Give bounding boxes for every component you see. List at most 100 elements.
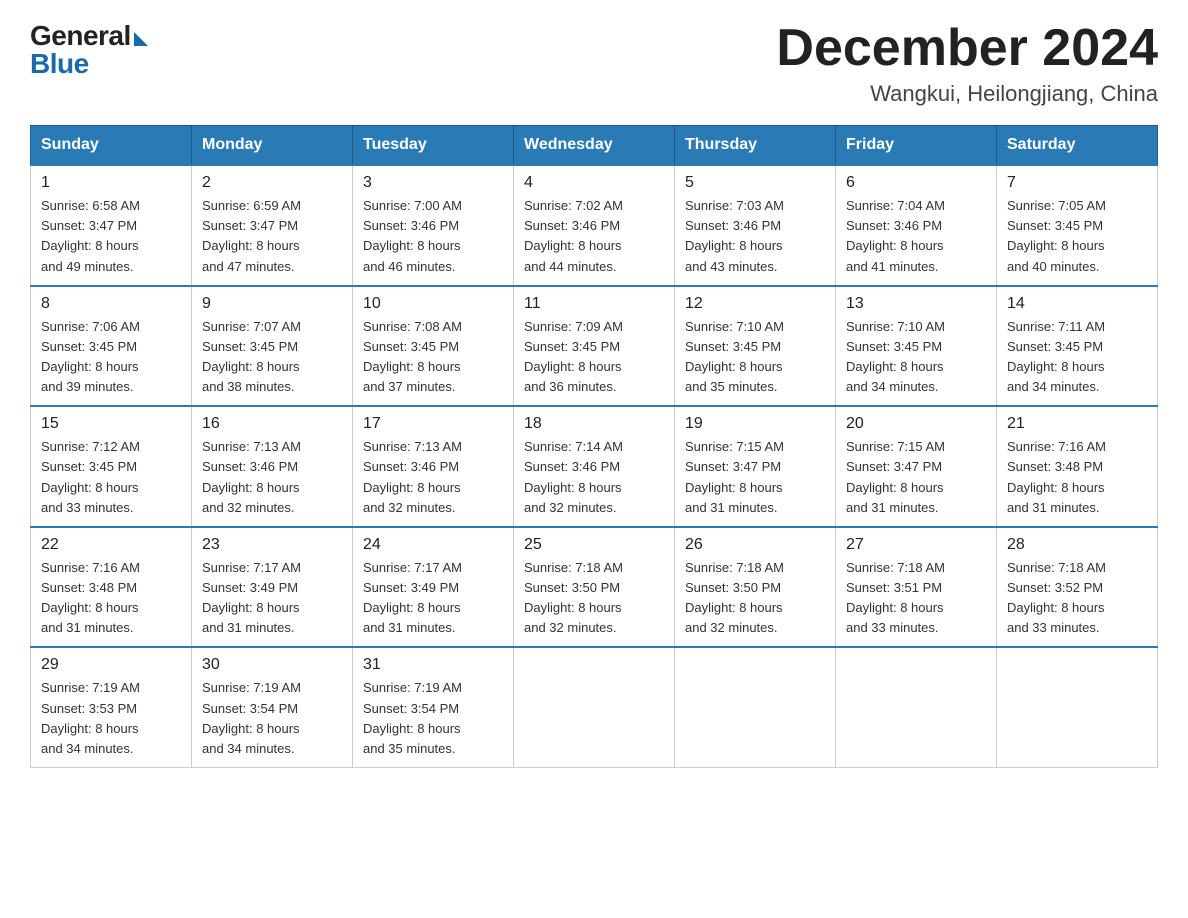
calendar-day-cell: 9 Sunrise: 7:07 AMSunset: 3:45 PMDaylight…	[192, 286, 353, 407]
day-detail: Sunrise: 7:18 AMSunset: 3:51 PMDaylight:…	[846, 558, 986, 639]
day-number: 26	[685, 536, 825, 554]
day-detail: Sunrise: 7:17 AMSunset: 3:49 PMDaylight:…	[363, 558, 503, 639]
day-number: 3	[363, 174, 503, 192]
calendar-day-cell: 13 Sunrise: 7:10 AMSunset: 3:45 PMDayligh…	[836, 286, 997, 407]
day-number: 23	[202, 536, 342, 554]
calendar-day-cell: 15 Sunrise: 7:12 AMSunset: 3:45 PMDayligh…	[31, 406, 192, 527]
day-number: 25	[524, 536, 664, 554]
calendar-day-cell: 20Sunrise: 7:15 AMSunset: 3:47 PMDayligh…	[836, 406, 997, 527]
day-number: 7	[1007, 174, 1147, 192]
logo-triangle-icon	[134, 32, 148, 46]
calendar-day-cell: 27 Sunrise: 7:18 AMSunset: 3:51 PMDayligh…	[836, 527, 997, 648]
calendar-day-cell	[514, 647, 675, 767]
calendar-day-cell: 30 Sunrise: 7:19 AMSunset: 3:54 PMDayligh…	[192, 647, 353, 767]
calendar-location: Wangkui, Heilongjiang, China	[776, 81, 1158, 107]
calendar-day-cell: 14 Sunrise: 7:11 AMSunset: 3:45 PMDayligh…	[997, 286, 1158, 407]
calendar-week-row: 22Sunrise: 7:16 AMSunset: 3:48 PMDayligh…	[31, 527, 1158, 648]
day-number: 16	[202, 415, 342, 433]
calendar-day-cell: 4 Sunrise: 7:02 AMSunset: 3:46 PMDaylight…	[514, 165, 675, 286]
calendar-day-cell: 26 Sunrise: 7:18 AMSunset: 3:50 PMDayligh…	[675, 527, 836, 648]
calendar-day-cell	[836, 647, 997, 767]
day-number: 4	[524, 174, 664, 192]
day-detail: Sunrise: 7:11 AMSunset: 3:45 PMDaylight:…	[1007, 317, 1147, 398]
day-detail: Sunrise: 7:06 AMSunset: 3:45 PMDaylight:…	[41, 317, 181, 398]
calendar-week-row: 8 Sunrise: 7:06 AMSunset: 3:45 PMDaylight…	[31, 286, 1158, 407]
day-number: 1	[41, 174, 181, 192]
calendar-day-cell: 11 Sunrise: 7:09 AMSunset: 3:45 PMDayligh…	[514, 286, 675, 407]
calendar-day-cell	[675, 647, 836, 767]
day-number: 8	[41, 295, 181, 313]
calendar-day-cell: 25 Sunrise: 7:18 AMSunset: 3:50 PMDayligh…	[514, 527, 675, 648]
calendar-day-cell: 16Sunrise: 7:13 AMSunset: 3:46 PMDayligh…	[192, 406, 353, 527]
day-number: 29	[41, 656, 181, 674]
calendar-day-cell: 8 Sunrise: 7:06 AMSunset: 3:45 PMDaylight…	[31, 286, 192, 407]
day-detail: Sunrise: 7:15 AMSunset: 3:47 PMDaylight:…	[846, 437, 986, 518]
day-detail: Sunrise: 7:15 AMSunset: 3:47 PMDaylight:…	[685, 437, 825, 518]
day-number: 21	[1007, 415, 1147, 433]
logo-blue-text: Blue	[30, 48, 89, 80]
calendar-day-cell: 3 Sunrise: 7:00 AMSunset: 3:46 PMDaylight…	[353, 165, 514, 286]
day-detail: Sunrise: 7:18 AMSunset: 3:50 PMDaylight:…	[685, 558, 825, 639]
day-number: 31	[363, 656, 503, 674]
day-detail: Sunrise: 7:04 AMSunset: 3:46 PMDaylight:…	[846, 196, 986, 277]
calendar-day-cell: 29 Sunrise: 7:19 AMSunset: 3:53 PMDayligh…	[31, 647, 192, 767]
calendar-header-row: SundayMondayTuesdayWednesdayThursdayFrid…	[31, 126, 1158, 166]
day-detail: Sunrise: 7:19 AMSunset: 3:54 PMDaylight:…	[202, 678, 342, 759]
day-detail: Sunrise: 7:17 AMSunset: 3:49 PMDaylight:…	[202, 558, 342, 639]
calendar-title: December 2024	[776, 20, 1158, 77]
day-detail: Sunrise: 7:13 AMSunset: 3:46 PMDaylight:…	[363, 437, 503, 518]
calendar-week-row: 29 Sunrise: 7:19 AMSunset: 3:53 PMDayligh…	[31, 647, 1158, 767]
calendar-day-cell: 28Sunrise: 7:18 AMSunset: 3:52 PMDayligh…	[997, 527, 1158, 648]
day-detail: Sunrise: 7:02 AMSunset: 3:46 PMDaylight:…	[524, 196, 664, 277]
day-detail: Sunrise: 7:12 AMSunset: 3:45 PMDaylight:…	[41, 437, 181, 518]
header-saturday: Saturday	[997, 126, 1158, 166]
title-section: December 2024 Wangkui, Heilongjiang, Chi…	[776, 20, 1158, 107]
calendar-day-cell: 31Sunrise: 7:19 AMSunset: 3:54 PMDayligh…	[353, 647, 514, 767]
day-detail: Sunrise: 7:18 AMSunset: 3:50 PMDaylight:…	[524, 558, 664, 639]
day-number: 15	[41, 415, 181, 433]
day-detail: Sunrise: 6:58 AMSunset: 3:47 PMDaylight:…	[41, 196, 181, 277]
calendar-day-cell: 1 Sunrise: 6:58 AMSunset: 3:47 PMDaylight…	[31, 165, 192, 286]
calendar-day-cell: 17 Sunrise: 7:13 AMSunset: 3:46 PMDayligh…	[353, 406, 514, 527]
day-number: 10	[363, 295, 503, 313]
header-friday: Friday	[836, 126, 997, 166]
day-number: 2	[202, 174, 342, 192]
header-thursday: Thursday	[675, 126, 836, 166]
calendar-day-cell: 6 Sunrise: 7:04 AMSunset: 3:46 PMDaylight…	[836, 165, 997, 286]
day-detail: Sunrise: 7:16 AMSunset: 3:48 PMDaylight:…	[1007, 437, 1147, 518]
day-detail: Sunrise: 7:09 AMSunset: 3:45 PMDaylight:…	[524, 317, 664, 398]
calendar-week-row: 15 Sunrise: 7:12 AMSunset: 3:45 PMDayligh…	[31, 406, 1158, 527]
day-number: 24	[363, 536, 503, 554]
day-number: 6	[846, 174, 986, 192]
header-sunday: Sunday	[31, 126, 192, 166]
day-detail: Sunrise: 7:07 AMSunset: 3:45 PMDaylight:…	[202, 317, 342, 398]
header-wednesday: Wednesday	[514, 126, 675, 166]
day-number: 5	[685, 174, 825, 192]
day-detail: Sunrise: 7:00 AMSunset: 3:46 PMDaylight:…	[363, 196, 503, 277]
calendar-day-cell: 2 Sunrise: 6:59 AMSunset: 3:47 PMDaylight…	[192, 165, 353, 286]
day-detail: Sunrise: 6:59 AMSunset: 3:47 PMDaylight:…	[202, 196, 342, 277]
day-detail: Sunrise: 7:19 AMSunset: 3:53 PMDaylight:…	[41, 678, 181, 759]
day-number: 12	[685, 295, 825, 313]
day-number: 27	[846, 536, 986, 554]
day-number: 17	[363, 415, 503, 433]
day-number: 18	[524, 415, 664, 433]
day-number: 14	[1007, 295, 1147, 313]
day-number: 9	[202, 295, 342, 313]
calendar-day-cell: 21 Sunrise: 7:16 AMSunset: 3:48 PMDayligh…	[997, 406, 1158, 527]
header-tuesday: Tuesday	[353, 126, 514, 166]
calendar-day-cell: 7Sunrise: 7:05 AMSunset: 3:45 PMDaylight…	[997, 165, 1158, 286]
calendar-day-cell: 5 Sunrise: 7:03 AMSunset: 3:46 PMDaylight…	[675, 165, 836, 286]
day-detail: Sunrise: 7:03 AMSunset: 3:46 PMDaylight:…	[685, 196, 825, 277]
day-number: 11	[524, 295, 664, 313]
calendar-table: SundayMondayTuesdayWednesdayThursdayFrid…	[30, 125, 1158, 768]
header-monday: Monday	[192, 126, 353, 166]
calendar-day-cell: 24 Sunrise: 7:17 AMSunset: 3:49 PMDayligh…	[353, 527, 514, 648]
day-number: 13	[846, 295, 986, 313]
day-number: 28	[1007, 536, 1147, 554]
day-detail: Sunrise: 7:10 AMSunset: 3:45 PMDaylight:…	[846, 317, 986, 398]
calendar-day-cell: 19Sunrise: 7:15 AMSunset: 3:47 PMDayligh…	[675, 406, 836, 527]
day-detail: Sunrise: 7:08 AMSunset: 3:45 PMDaylight:…	[363, 317, 503, 398]
day-number: 30	[202, 656, 342, 674]
day-detail: Sunrise: 7:16 AMSunset: 3:48 PMDaylight:…	[41, 558, 181, 639]
